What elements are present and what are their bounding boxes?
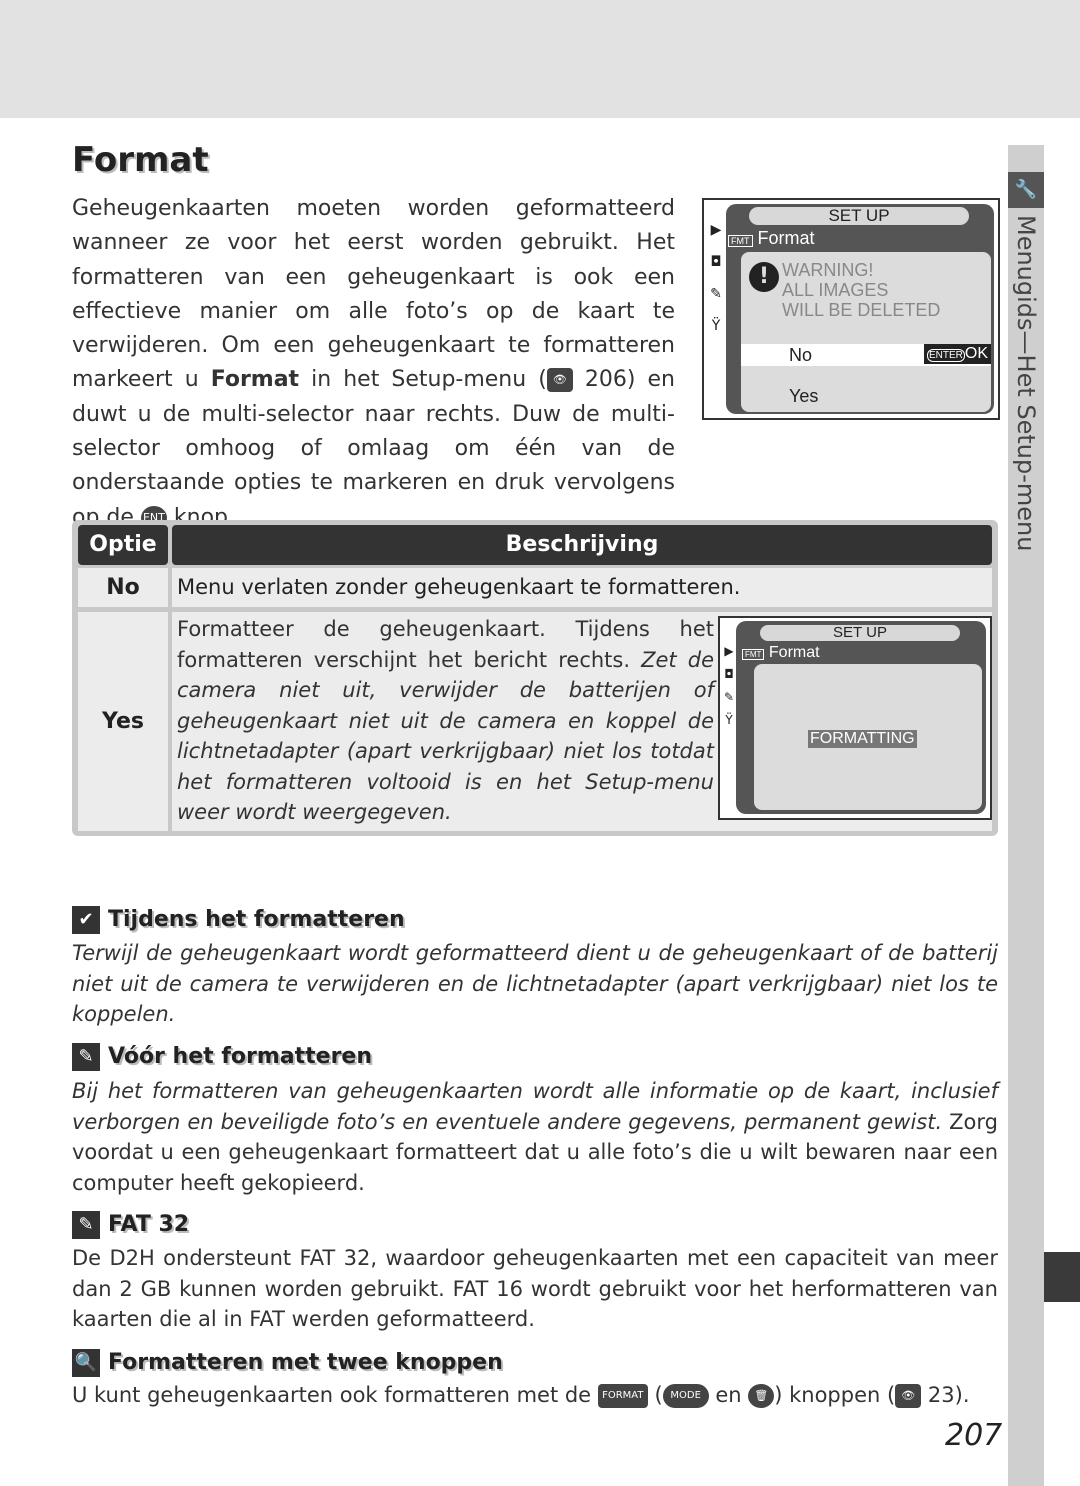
header-optie: Optie: [78, 525, 168, 565]
options-table: Optie Beschrijving No Menu verlaten zond…: [72, 520, 998, 836]
header-beschrijving: Beschrijving: [172, 525, 992, 565]
intro-bold: Format: [210, 367, 300, 393]
note-text: Bij het formatteren van geheugenkaarten …: [72, 1079, 998, 1195]
warning-text: WARNING! ALL IMAGES WILL BE DELETED: [782, 260, 941, 320]
lcd-title: SET UP: [760, 625, 960, 641]
note-title: 🔍 Formatteren met twee knoppen: [72, 1349, 503, 1377]
lcd-menu-item: FMT Format: [728, 228, 815, 249]
menu-tab-icons: ▶ ◘ ✎ Ÿ: [710, 222, 722, 334]
mode-button-icon: MODE: [662, 1384, 709, 1408]
note-icon: ✎: [72, 1211, 100, 1239]
page-number: 207: [945, 1418, 1003, 1453]
option-no-highlight[interactable]: No ENTER OK: [741, 344, 991, 366]
page-title: Format: [72, 140, 209, 180]
intro-paragraph: Geheugenkaarten moeten worden geformatte…: [72, 192, 675, 535]
check-icon: ✔: [72, 906, 100, 934]
intro-text: Geheugenkaarten moeten worden geformatte…: [72, 196, 675, 393]
formatting-status: FORMATTING: [808, 730, 917, 748]
option-no: No: [78, 568, 168, 607]
trash-button-icon: 🗑: [748, 1384, 775, 1408]
camera-screen-formatting: ▶ ◘ ✎ Ÿ SET UP FMT Format FORMATTING: [718, 616, 992, 820]
wrench-icon: 🔧: [1008, 172, 1044, 208]
lcd-menu-item: FMT Format: [742, 644, 820, 662]
note-title: ✎ FAT 32: [72, 1211, 189, 1239]
desc-no: Menu verlaten zonder geheugenkaart te fo…: [172, 568, 992, 607]
lcd-title: SET UP: [749, 207, 969, 225]
header-band: [0, 0, 1080, 118]
warning-icon: !: [749, 262, 779, 292]
note-title: ✎ Vóór het formatteren: [72, 1043, 372, 1071]
page-ref: 206: [584, 367, 627, 393]
option-yes: Yes: [78, 612, 168, 831]
note-title: ✔ Tijdens het formatteren: [72, 906, 405, 934]
format-button-icon: FORMAT: [597, 1384, 648, 1408]
magnifier-icon: 🔍: [72, 1349, 100, 1377]
page-ref-icon: 👁: [895, 1384, 922, 1408]
note-text: Terwijl de geheugenkaart wordt geformatt…: [72, 941, 998, 1026]
note-icon: ✎: [72, 1043, 100, 1071]
desc-yes: Formatteer de geheugenkaart. Tijdens het…: [177, 617, 715, 824]
page-ref-icon: 👁: [546, 368, 573, 393]
camera-screen-warning: ▶ ◘ ✎ Ÿ SET UP FMT Format ! WARNING! ALL IMA…: [702, 198, 1000, 420]
option-yes[interactable]: Yes: [789, 386, 818, 407]
side-tab-label: Menugids—Het Setup-menu: [1012, 215, 1040, 552]
note-text: De D2H ondersteunt FAT 32, waardoor gehe…: [72, 1246, 998, 1331]
note-text: U kunt geheugenkaarten ook formatteren m…: [72, 1383, 970, 1408]
intro-text: in het Setup-menu (: [299, 367, 547, 393]
thumb-index-tab: [1044, 1252, 1080, 1302]
